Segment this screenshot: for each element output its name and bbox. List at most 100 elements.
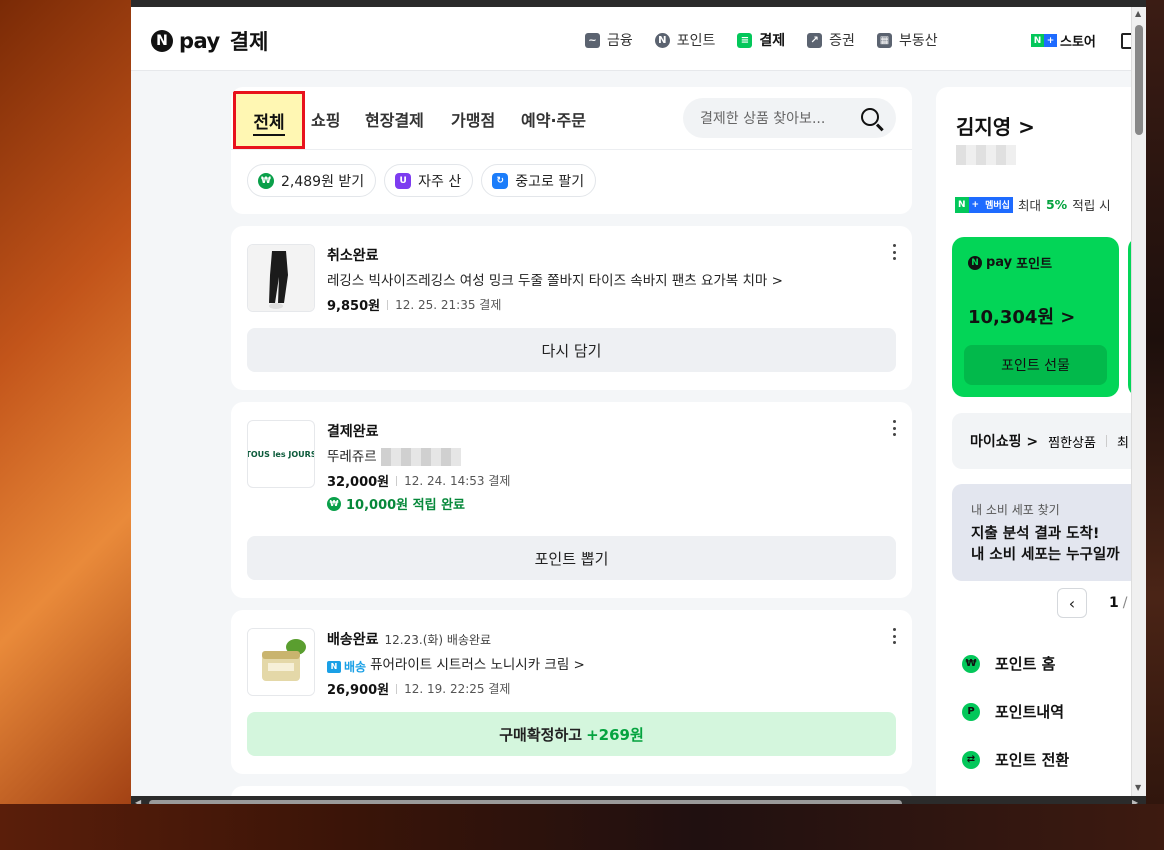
point-title-text: 포인트 <box>1016 257 1053 272</box>
vertical-scrollbar[interactable]: ▲ ▼ <box>1131 7 1146 796</box>
my-shopping-bar: 마이쇼핑 > 찜한상품 최 <box>952 413 1146 469</box>
logo-pay-text: pay <box>179 29 220 53</box>
tab-all[interactable]: 전체 <box>233 91 305 149</box>
vertical-scroll-thumb[interactable] <box>1135 25 1143 135</box>
nav-realestate[interactable]: ▦ 부동산 <box>876 30 938 50</box>
point-icon: N <box>654 32 670 48</box>
menu-point-home[interactable]: ₩ 포인트 홈 <box>962 653 1055 674</box>
wallet-icon: ~ <box>585 32 600 48</box>
chip-label: 중고로 팔기 <box>515 173 585 190</box>
button-label: 구매확정하고 <box>499 725 583 744</box>
product-name-text: 퓨어라이트 시트러스 노니시카 크림 > <box>370 657 585 673</box>
order-card: 취소완료 레깅스 빅사이즈레깅스 여성 밍크 두줄 쫄바지 타이즈 속바지 팬츠… <box>231 226 912 390</box>
order-card: 배송완료 12.23.(화) 배송완료 N 배송 퓨어라이트 시트러스 노니시카 크림… <box>231 610 912 774</box>
tab-reservation-order[interactable]: 예약·주문 <box>521 107 586 131</box>
divider <box>387 299 389 310</box>
delivery-date: 12.23.(화) 배송완료 <box>384 633 492 647</box>
order-status: 결제완료 <box>327 424 379 440</box>
product-name[interactable]: 뚜레쥬르 <box>327 445 461 466</box>
menu-label: 포인트 전환 <box>995 751 1070 769</box>
chip-sell-used[interactable]: ↻ 중고로 팔기 <box>481 164 597 197</box>
scroll-down-arrow-icon[interactable]: ▼ <box>1135 783 1141 792</box>
chip-frequently-bought[interactable]: U 자주 산 <box>384 164 474 197</box>
user-name[interactable]: 김지영 > <box>956 111 1035 140</box>
divider <box>1105 435 1107 447</box>
tab-onsite-payment[interactable]: 현장결제 <box>365 107 424 131</box>
store-label: 스토어 <box>1060 35 1096 50</box>
npay-logo[interactable]: N pay 결제 <box>151 26 268 56</box>
my-shopping-link[interactable]: 마이쇼핑 > <box>970 431 1038 451</box>
menu-point-history[interactable]: P 포인트내역 <box>962 701 1064 722</box>
product-name[interactable]: N 배송 퓨어라이트 시트러스 노니시카 크림 > <box>327 653 585 675</box>
top-navigation: N pay 결제 ~ 금융 N 포인트 ≡ 결제 ↗ 증권 ▦ 부동산 N + … <box>131 7 1135 71</box>
add-to-cart-again-button[interactable]: 다시 담기 <box>247 328 896 372</box>
tab-shopping[interactable]: 쇼핑 <box>311 107 340 131</box>
point-coin-icon: ₩ <box>327 496 341 511</box>
draw-points-button[interactable]: 포인트 뽑기 <box>247 536 896 580</box>
order-card: TOUS les JOURS 결제완료 뚜레쥬르 32,000원 12. 24.… <box>231 402 912 598</box>
divider <box>396 475 398 486</box>
pay-text: pay <box>986 255 1013 270</box>
badge-label: 배송 <box>344 660 367 674</box>
tab-merchant[interactable]: 가맹점 <box>451 107 495 131</box>
tab-card: 전체 쇼핑 현장결제 가맹점 예약·주문 결제한 상품 찾아보... ₩ 2,4… <box>231 87 912 214</box>
product-thumbnail[interactable] <box>247 628 315 696</box>
redacted-text <box>380 448 461 466</box>
building-icon: ▦ <box>876 32 892 48</box>
wishlist-link[interactable]: 찜한상품 <box>1048 432 1096 451</box>
price: 32,000원 <box>327 475 390 490</box>
menu-point-exchange[interactable]: ⇄ 포인트 전환 <box>962 749 1069 770</box>
price: 9,850원 <box>327 299 381 314</box>
scroll-right-arrow-icon[interactable]: ▶ <box>1132 798 1138 804</box>
product-name[interactable]: 레깅스 빅사이즈레깅스 여성 밍크 두줄 쫄바지 타이즈 속바지 팬츠 요가복 … <box>327 269 783 289</box>
nav-store[interactable]: N + 스토어 <box>1031 31 1096 50</box>
scroll-up-arrow-icon[interactable]: ▲ <box>1135 9 1141 18</box>
membership-suffix: 적립 시 <box>1072 198 1111 213</box>
gift-points-button[interactable]: 포인트 선물 <box>964 345 1107 385</box>
payment-date: 12. 24. 14:53 결제 <box>404 474 511 488</box>
global-nav: ~ 금융 N 포인트 ≡ 결제 ↗ 증권 ▦ 부동산 <box>585 30 938 50</box>
point-card-title: N pay 포인트 <box>968 253 1052 272</box>
naver-delivery-badge: N 배송 <box>327 658 366 675</box>
horizontal-scroll-thumb[interactable] <box>149 800 902 804</box>
more-options-icon[interactable] <box>892 628 896 644</box>
order-status-text: 배송완료 <box>327 632 379 648</box>
product-thumbnail[interactable]: TOUS les JOURS <box>247 420 315 488</box>
npay-point-card[interactable]: N pay 포인트 10,304원 > 포인트 선물 <box>952 237 1119 397</box>
point-home-icon: ₩ <box>962 654 980 673</box>
confirm-purchase-button[interactable]: 구매확정하고 +269원 <box>247 712 896 756</box>
recycle-icon: ↻ <box>492 172 509 189</box>
nav-point[interactable]: N 포인트 <box>654 30 716 50</box>
point-balance[interactable]: 10,304원 > <box>968 303 1075 329</box>
more-link[interactable]: 최 <box>1117 432 1129 451</box>
promo-banner[interactable]: 내 소비 세포 찾기 지출 분석 결과 도착! 내 소비 세포는 누구일까 <box>952 484 1146 581</box>
product-name-text: 뚜레쥬르 <box>327 449 377 465</box>
tab-label: 전체 <box>253 108 285 136</box>
pager-indicator: 1/ <box>1109 595 1128 611</box>
nav-payment[interactable]: ≡ 결제 <box>737 30 785 50</box>
price-line: 9,850원 12. 25. 21:35 결제 <box>327 295 501 314</box>
nav-stock[interactable]: ↗ 증권 <box>807 30 855 50</box>
search-input[interactable]: 결제한 상품 찾아보... <box>683 98 896 138</box>
banner-line-2: 내 소비 세포는 누구일까 <box>971 547 1120 563</box>
scroll-left-arrow-icon[interactable]: ◀ <box>135 798 141 804</box>
horizontal-scrollbar[interactable]: ◀ ▶ <box>131 796 1146 804</box>
nav-label: 포인트 <box>676 33 716 49</box>
chip-get-points[interactable]: ₩ 2,489원 받기 <box>247 164 377 197</box>
price-line: 32,000원 12. 24. 14:53 결제 <box>327 471 510 490</box>
more-options-icon[interactable] <box>892 420 896 436</box>
browser-window: N pay 결제 ~ 금융 N 포인트 ≡ 결제 ↗ 증권 ▦ 부동산 N + … <box>131 0 1146 804</box>
search-icon[interactable] <box>861 108 879 126</box>
product-thumbnail[interactable] <box>247 244 315 312</box>
more-options-icon[interactable] <box>892 244 896 260</box>
side-panel: 김지영 > N + 멤버십 최대 5% 적립 시 N pay 포인트 10,304원 >… <box>936 87 1146 804</box>
search-placeholder: 결제한 상품 찾아보... <box>700 111 826 127</box>
filter-chips: ₩ 2,489원 받기 U 자주 산 ↻ 중고로 팔기 <box>247 164 597 197</box>
payment-date: 12. 25. 21:35 결제 <box>395 298 502 312</box>
membership-info[interactable]: N + 멤버십 최대 5% 적립 시 <box>955 195 1111 214</box>
chart-icon: ↗ <box>807 32 823 48</box>
payment-date: 12. 19. 22:25 결제 <box>404 682 511 696</box>
membership-text: 최대 <box>1017 198 1041 213</box>
chevron-left-icon[interactable]: ‹ <box>1057 588 1087 618</box>
nav-finance[interactable]: ~ 금융 <box>585 30 633 50</box>
